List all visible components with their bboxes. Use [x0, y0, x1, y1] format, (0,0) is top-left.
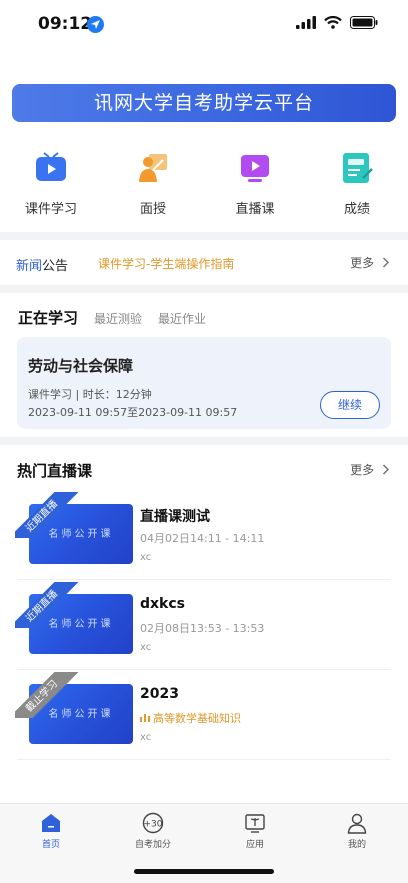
news-label: 新闻公告: [16, 259, 69, 274]
tab-recent-tests[interactable]: 最近测验: [94, 310, 142, 327]
quick-link-live[interactable]: 直播课: [204, 150, 306, 220]
status-ribbon: 近期直播: [15, 492, 85, 538]
ribbon-label: 近期直播: [15, 492, 80, 538]
status-time: 09:12: [38, 14, 93, 34]
quick-link-score[interactable]: 成绩: [306, 150, 408, 220]
divider: [0, 285, 408, 293]
battery-icon: [350, 16, 378, 29]
live-item[interactable]: 名师公开课 截止学习 2023 高等数学基础知识 xc: [15, 670, 391, 760]
tab-label: 应用: [245, 840, 264, 850]
live-time: 04月02日14:11 - 14:11: [140, 532, 265, 545]
course-meta: 课件学习 | 时长：12分钟: [28, 388, 152, 401]
tab-recent-homework[interactable]: 最近作业: [158, 310, 206, 327]
section-title: 热门直播课: [17, 462, 93, 480]
chevron-right-icon: [382, 257, 390, 268]
location-icon: [87, 16, 104, 33]
live-item[interactable]: 名师公开课 近期直播 dxkcs 02月08日13:53 - 13:53 xc: [15, 580, 391, 670]
quick-link-label: 面授: [139, 202, 166, 217]
quick-link-label: 成绩: [343, 202, 370, 217]
tv-icon: [33, 150, 69, 186]
course-title: 劳动与社会保障: [28, 357, 134, 375]
study-tabs: 正在学习 最近测验 最近作业: [18, 307, 206, 328]
quick-links: 课件学习 面授 直播课 成绩: [0, 150, 408, 220]
status-ribbon: 近期直播: [15, 582, 85, 628]
wifi-icon: [324, 16, 342, 29]
chevron-right-icon: [382, 464, 390, 475]
user-icon: [346, 812, 368, 834]
tab-home[interactable]: 首页: [0, 804, 102, 883]
divider: [0, 232, 408, 240]
platform-banner[interactable]: 讯网大学自考助学云平台: [12, 84, 396, 122]
book-icon: [244, 812, 266, 834]
course-card[interactable]: 劳动与社会保障 课件学习 | 时长：12分钟 2023-09-11 09:57至…: [17, 337, 391, 429]
status-ribbon: 截止学习: [15, 672, 85, 718]
live-title: 直播课测试: [140, 509, 210, 525]
home-indicator: [134, 869, 274, 874]
score-icon: [339, 150, 375, 186]
news-headline[interactable]: 课件学习-学生端操作指南: [98, 255, 234, 272]
live-icon: [237, 150, 273, 186]
live-teacher: xc: [140, 552, 152, 563]
live-subject: 高等数学基础知识: [140, 710, 241, 726]
live-teacher: xc: [140, 642, 152, 653]
news-more-link[interactable]: 更多: [350, 254, 390, 271]
course-time: 2023-09-11 09:57至2023-09-11 09:57: [28, 406, 238, 419]
live-title: 2023: [140, 686, 179, 702]
live-item[interactable]: 名师公开课 近期直播 直播课测试 04月02日14:11 - 14:11 xc: [15, 490, 391, 580]
ribbon-label: 截止学习: [15, 672, 80, 718]
home-icon: [40, 812, 62, 834]
ribbon-label: 近期直播: [15, 582, 80, 628]
live-title: dxkcs: [140, 596, 185, 612]
quick-link-label: 直播课: [235, 202, 275, 217]
live-more-link[interactable]: 更多: [350, 461, 390, 478]
plus30-icon: +30: [142, 812, 164, 834]
svg-text:+30: +30: [144, 820, 163, 830]
tab-label: 首页: [41, 840, 60, 850]
live-header: 热门直播课 更多: [0, 452, 408, 486]
tab-label: 我的: [347, 840, 366, 850]
teacher-icon: [135, 150, 171, 186]
continue-button[interactable]: 继续: [320, 391, 380, 419]
tab-me[interactable]: 我的: [306, 804, 408, 883]
quick-link-label: 课件学习: [24, 202, 77, 217]
live-teacher: xc: [140, 732, 152, 743]
tab-label: 自考加分: [134, 840, 171, 850]
divider: [0, 437, 408, 445]
tab-studying[interactable]: 正在学习: [18, 307, 78, 328]
quick-link-face-teaching[interactable]: 面授: [102, 150, 204, 220]
status-bar: 09:12: [0, 0, 408, 48]
signal-icon: [296, 16, 316, 29]
quick-link-courseware[interactable]: 课件学习: [0, 150, 102, 220]
news-bar[interactable]: 新闻公告 课件学习-学生端操作指南 更多: [0, 246, 408, 282]
bar-chart-icon: [140, 714, 150, 722]
live-time: 02月08日13:53 - 13:53: [140, 622, 265, 635]
